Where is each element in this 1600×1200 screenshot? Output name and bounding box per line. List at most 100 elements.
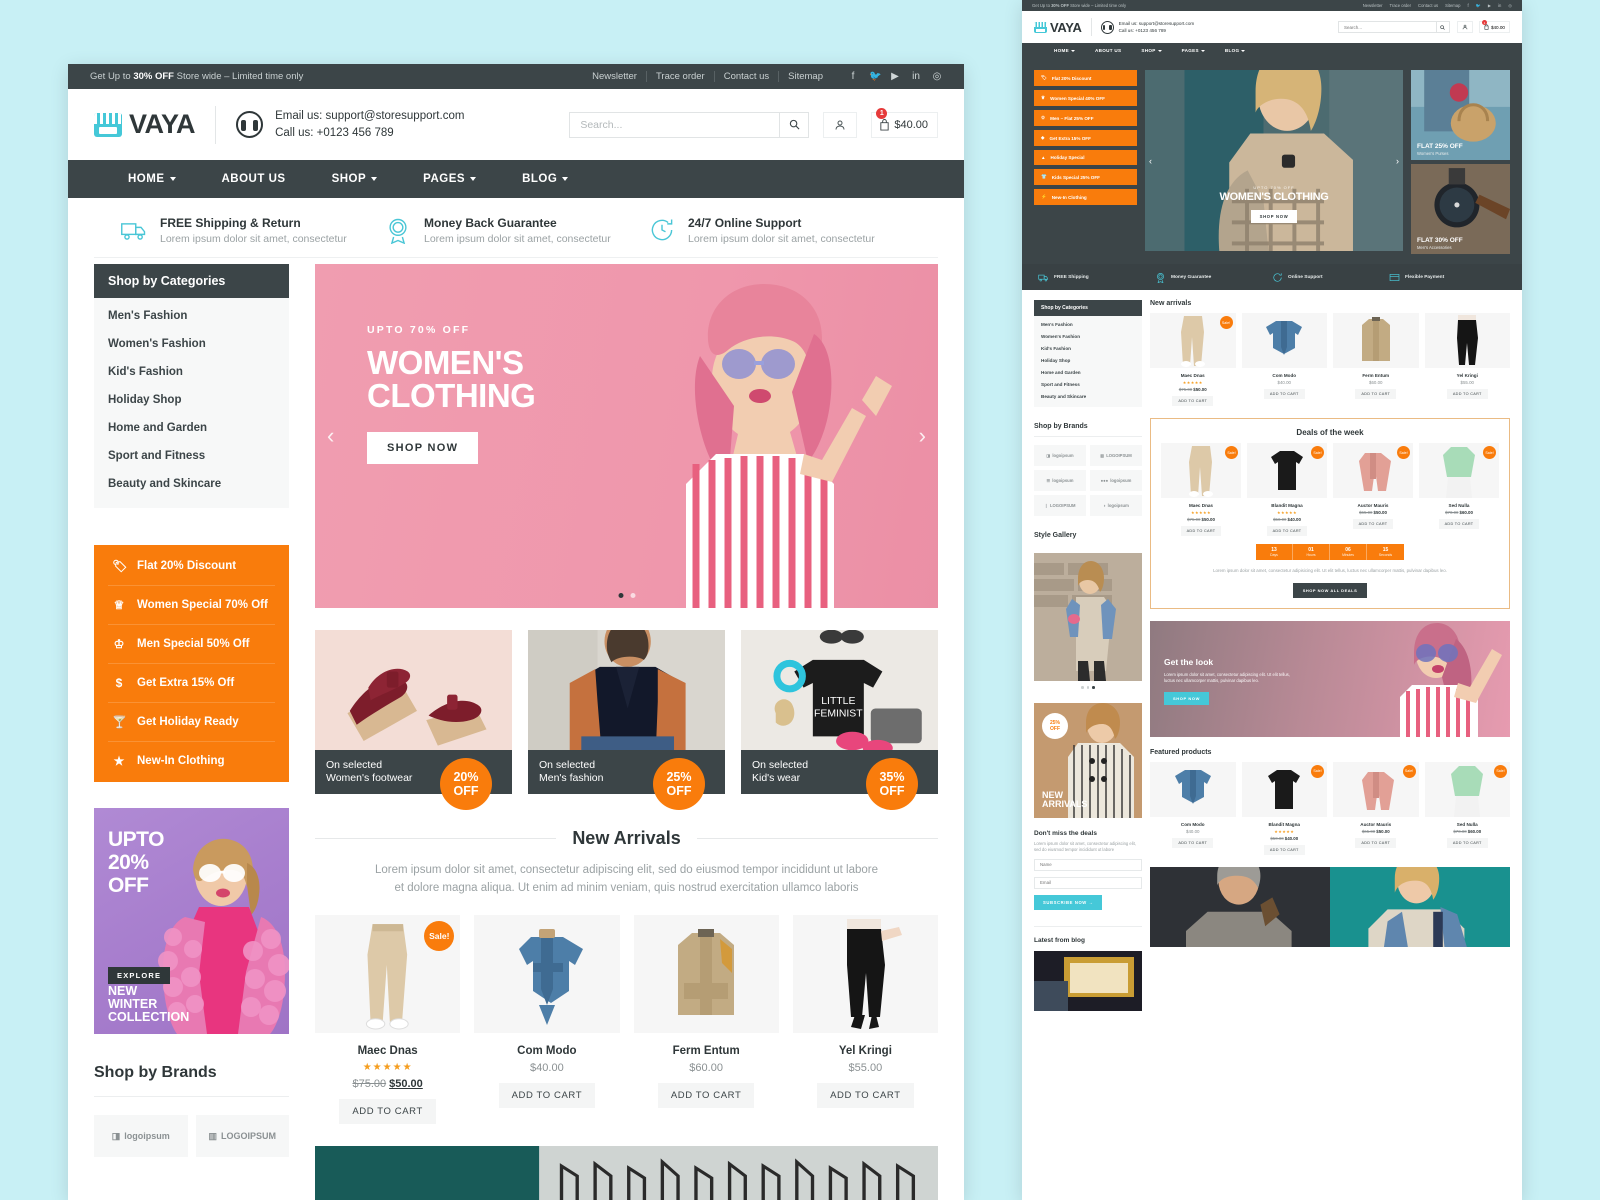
thumb-hero-prev-arrow[interactable]: ‹ <box>1149 156 1152 166</box>
thumb-brand-logo-1[interactable]: ◨ logoipsum <box>1034 445 1086 466</box>
thumb-promo-new-in[interactable]: ⚡ New-In Clothing <box>1034 189 1137 205</box>
thumb-add-to-cart-button[interactable]: ADD TO CART <box>1355 389 1397 399</box>
thumb-product-card[interactable]: Sale! Maec Dnas ★★★★★ $75.00$50.00 ADD T… <box>1150 313 1236 406</box>
hero-prev-arrow[interactable]: ‹ <box>327 423 334 449</box>
twitter-icon[interactable]: 🐦 <box>869 71 881 82</box>
thumb-product-card[interactable]: Ferm Entum $60.00 ADD TO CART <box>1333 313 1419 406</box>
topbar-link-contact-us[interactable]: Contact us <box>713 71 778 82</box>
product-card[interactable]: Ferm Entum $60.00 ADD TO CART <box>633 915 779 1124</box>
thumb-featured-card[interactable]: Sale! Blandit Magna ★★★★★ $50.00$40.00 A… <box>1241 761 1327 855</box>
thumb-newsletter-name-input[interactable] <box>1034 858 1142 871</box>
brand-logo-2[interactable]: ▥ LOGOIPSUM <box>195 1115 289 1157</box>
winter-collection-banner[interactable]: UPTO 20% OFF EXPLORE NEW WINTER COLLECTI… <box>94 808 289 1034</box>
thumb-get-the-look-banner[interactable]: Get the look Lorem ipsum dolor sit amet,… <box>1150 620 1510 737</box>
thumb-add-to-cart-button[interactable]: ADD TO CART <box>1172 837 1214 848</box>
add-to-cart-button[interactable]: ADD TO CART <box>498 1083 596 1108</box>
promo-card-kids-wear[interactable]: LITTLE FEMINIST 35% OFF On selected Kid'… <box>741 630 938 810</box>
promo-item-holiday-ready[interactable]: 🍸 Get Holiday Ready <box>108 703 275 742</box>
thumb-featured-card[interactable]: Sale! Sed Nulla $70.00$60.00 ADD TO CART <box>1424 761 1510 855</box>
thumb-sidebar-item-home-and-garden[interactable]: Home and Garden <box>1034 366 1142 378</box>
thumb-add-to-cart-button[interactable]: ADD TO CART <box>1266 526 1308 536</box>
thumb-add-to-cart-button[interactable]: ADD TO CART <box>1263 389 1305 399</box>
add-to-cart-button[interactable]: ADD TO CART <box>817 1083 914 1108</box>
thumb-add-to-cart-button[interactable]: ADD TO CART <box>1446 837 1488 848</box>
thumb-shop-all-deals-button[interactable]: SHOP NOW ALL DEALS <box>1292 582 1368 598</box>
hero-dot-2[interactable] <box>630 593 635 598</box>
thumb-nav-about-us[interactable]: ABOUT US <box>1085 48 1131 53</box>
promo-card-mens-fashion[interactable]: 25% OFF On selected Men's fashion <box>528 630 725 810</box>
nav-item-shop[interactable]: SHOP <box>309 173 401 185</box>
topbar-link-sitemap[interactable]: Sitemap <box>778 71 832 82</box>
thumb-promo-women-special[interactable]: ♕ Women Special 40% OFF <box>1034 90 1137 106</box>
thumb-promo-flat-discount[interactable]: 🏷 Flat 20% Discount <box>1034 70 1137 86</box>
thumb-featured-card[interactable]: Com Modo $40.00 ADD TO CART <box>1150 761 1236 855</box>
thumb-add-to-cart-button[interactable]: ADD TO CART <box>1352 519 1394 529</box>
thumb-sidebar-item-beauty-and-skincare[interactable]: Beauty and Skincare <box>1034 390 1142 402</box>
promo-item-extra-off[interactable]: $ Get Extra 15% Off <box>108 664 275 703</box>
promo-item-men-special[interactable]: ♔ Men Special 50% Off <box>108 625 275 664</box>
cart-button[interactable]: 1 $40.00 <box>871 107 938 138</box>
thumb-gallery-dot-1[interactable] <box>1081 686 1084 689</box>
thumb-account-button[interactable] <box>1456 21 1473 33</box>
brand-logo-1[interactable]: ◨ logoipsum <box>94 1115 188 1157</box>
thumb-gallery-dot-2[interactable] <box>1086 686 1090 689</box>
hero-dot-1[interactable] <box>618 593 623 598</box>
thumb-add-to-cart-button[interactable]: ADD TO CART <box>1446 389 1488 399</box>
nav-item-blog[interactable]: BLOG <box>499 173 591 185</box>
search-button[interactable] <box>779 111 810 138</box>
thumb-search-input[interactable] <box>1337 21 1436 33</box>
product-card[interactable]: Yel Kringi $55.00 ADD TO CART <box>792 915 938 1124</box>
thumb-brand-logo-3[interactable]: ☰ logoipsum <box>1034 470 1086 491</box>
linkedin-icon[interactable]: in <box>1498 3 1501 8</box>
thumb-link-newsletter[interactable]: Newsletter <box>1363 3 1383 8</box>
thumb-sidebar-item-sport-and-fitness[interactable]: Sport and Fitness <box>1034 378 1142 390</box>
thumb-add-to-cart-button[interactable]: ADD TO CART <box>1263 844 1305 855</box>
twitter-icon[interactable]: 🐦 <box>1476 3 1481 9</box>
thumb-deal-card[interactable]: Sale! Maec Dnas ★★★★★ $75.00$50.00 ADD T… <box>1161 443 1241 536</box>
nav-item-pages[interactable]: PAGES <box>400 173 499 185</box>
promo-item-new-in-clothing[interactable]: ★ New-In Clothing <box>108 742 275 780</box>
thumb-link-sitemap[interactable]: Sitemap <box>1445 3 1460 8</box>
thumb-add-to-cart-button[interactable]: ADD TO CART <box>1172 396 1214 406</box>
thumb-sidebar-item-holiday-shop[interactable]: Holiday Shop <box>1034 354 1142 366</box>
thumb-nav-pages[interactable]: PAGES <box>1172 48 1215 53</box>
thumb-deal-card[interactable]: Sale! Blandit Magna ★★★★★ $50.00$40.00 A… <box>1247 443 1327 536</box>
site-logo[interactable]: VAYA <box>94 109 196 140</box>
thumb-cart-button[interactable]: 1 $40.00 <box>1478 20 1510 33</box>
thumb-hero-slide[interactable]: UPTO 70% OFF WOMEN'S CLOTHING SHOP NOW ‹… <box>1145 70 1403 251</box>
thumb-logo[interactable]: VAYA <box>1034 20 1082 35</box>
thumb-link-trace-order[interactable]: Trace order <box>1390 3 1412 8</box>
thumb-add-to-cart-button[interactable]: ADD TO CART <box>1355 837 1397 848</box>
thumb-deal-card[interactable]: Sale! Auctor Mauris $65.00$50.00 ADD TO … <box>1333 443 1413 536</box>
thumb-promo-kids-special[interactable]: 👕 Kids Special 25% OFF <box>1034 169 1137 185</box>
thumb-search-button[interactable] <box>1435 21 1450 33</box>
thumb-product-card[interactable]: Com Modo $40.00 ADD TO CART <box>1241 313 1327 406</box>
nav-item-home[interactable]: HOME <box>94 173 199 185</box>
thumb-featured-card[interactable]: Sale! Auctor Mauris $65.00$50.00 ADD TO … <box>1333 761 1419 855</box>
thumb-hero-shop-now-button[interactable]: SHOP NOW <box>1250 210 1298 223</box>
thumb-promo-holiday-special[interactable]: ▲ Holiday Special <box>1034 150 1137 165</box>
add-to-cart-button[interactable]: ADD TO CART <box>339 1099 436 1124</box>
nav-item-about-us[interactable]: ABOUT US <box>199 173 309 185</box>
topbar-link-newsletter[interactable]: Newsletter <box>583 71 646 82</box>
promo-item-women-special[interactable]: ♕ Women Special 70% Off <box>108 586 275 625</box>
thumb-brand-logo-4[interactable]: ●●● logoipsum <box>1090 470 1142 491</box>
thumb-deal-card[interactable]: Sale! Sed Nulla $70.00$60.00 ADD TO CART <box>1419 443 1499 536</box>
sidebar-item-holiday-shop[interactable]: Holiday Shop <box>94 386 289 414</box>
promo-card-womens-footwear[interactable]: 20% OFF On selected Women's footwear <box>315 630 512 810</box>
product-card[interactable]: Com Modo $40.00 ADD TO CART <box>474 915 620 1124</box>
thumb-mini-banner-purses[interactable]: FLAT 25% OFF Women's Purses <box>1411 70 1510 160</box>
sidebar-item-kids-fashion[interactable]: Kid's Fashion <box>94 358 289 386</box>
product-card[interactable]: Sale! Maec Dnas ★★★★★ $75.00 $50.00 ADD T… <box>315 915 461 1124</box>
thumb-nav-home[interactable]: HOME <box>1034 48 1085 53</box>
thumb-newsletter-email-input[interactable] <box>1034 876 1142 889</box>
thumb-sidebar-item-kids-fashion[interactable]: Kid's Fashion <box>1034 342 1142 354</box>
thumb-gallery-dot-3[interactable] <box>1092 686 1095 689</box>
youtube-icon[interactable]: ▶ <box>1488 3 1491 8</box>
search-input[interactable] <box>569 111 780 138</box>
thumb-add-to-cart-button[interactable]: ADD TO CART <box>1180 526 1222 536</box>
topbar-link-trace-order[interactable]: Trace order <box>645 71 714 82</box>
sidebar-item-home-and-garden[interactable]: Home and Garden <box>94 414 289 442</box>
thumb-sidebar-item-mens-fashion[interactable]: Men's Fashion <box>1034 318 1142 330</box>
account-button[interactable] <box>823 111 858 138</box>
